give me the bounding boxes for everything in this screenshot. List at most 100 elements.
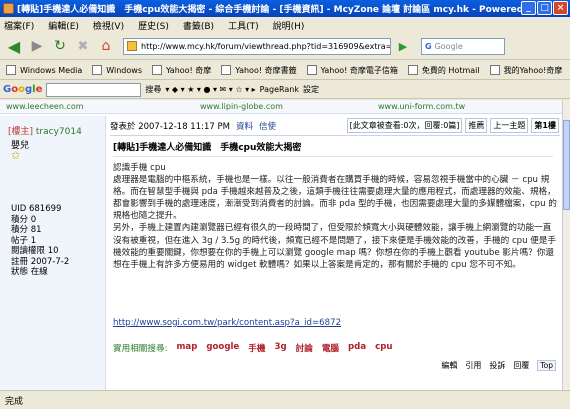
bookmark-label: Yahoo! 奇摩書籤 xyxy=(235,65,297,75)
page-icon xyxy=(221,65,232,75)
bookmark-item[interactable]: Yahoo! 奇摩電子信箱 xyxy=(306,65,398,76)
keyword-link[interactable]: google xyxy=(206,342,239,354)
close-button[interactable]: × xyxy=(553,1,568,15)
banner-link-mid[interactable]: www.lipin-globe.com xyxy=(200,102,283,111)
bookmark-item[interactable]: Windows xyxy=(92,65,142,75)
stat-uid: UID 681699 xyxy=(11,204,62,214)
keyword-link[interactable]: pda xyxy=(348,342,366,354)
google-search-button[interactable]: 搜尋 xyxy=(145,84,161,95)
page-icon xyxy=(407,65,418,75)
home-icon[interactable]: ⌂ xyxy=(96,36,116,56)
stat-status: 狀態 在線 xyxy=(11,267,48,277)
status-text: 完成 xyxy=(5,396,24,407)
related-search-label: 實用相關搜尋: xyxy=(113,344,168,354)
keyword-link[interactable]: 電腦 xyxy=(322,342,339,354)
scrollbar-thumb[interactable] xyxy=(563,120,570,210)
bookmark-label: 我的Yahoo!奇摩 xyxy=(503,65,563,75)
vertical-scrollbar[interactable] xyxy=(562,100,570,390)
bookmark-item[interactable]: 我的Yahoo!奇摩 xyxy=(489,65,563,76)
search-placeholder: Google xyxy=(434,41,463,51)
source-link[interactable]: http://www.sogi.com.tw/park/content.asp?… xyxy=(113,318,341,328)
ad-banner: www.leecheen.com www.lipin-globe.com www… xyxy=(0,100,562,114)
report-button[interactable]: 投訴 xyxy=(489,360,505,371)
minimize-button[interactable]: _ xyxy=(521,1,536,15)
top-button[interactable]: Top xyxy=(537,360,556,371)
post-paragraph: 另外，手機上建置內建瀏覽器已經有很久的一段時間了，但受限於頻寬大小與硬體效能，讓… xyxy=(113,223,557,270)
post-date: 發表於 2007-12-18 11:17 PM xyxy=(110,122,230,132)
forward-arrow-icon[interactable]: ▶ xyxy=(27,36,47,56)
recommend-button[interactable]: 推薦 xyxy=(465,118,488,133)
bookmark-label: 免費的 Hotmail xyxy=(421,65,480,75)
stat-read-permission: 閱讀權限 10 xyxy=(11,246,59,256)
keyword-link[interactable]: 3g xyxy=(274,342,286,354)
keyword-link[interactable]: 討論 xyxy=(296,342,313,354)
menu-tools[interactable]: 工具(T) xyxy=(228,19,259,32)
bookmark-item[interactable]: Yahoo! 奇摩 xyxy=(152,65,211,76)
title-bar: [轉貼]手機達人必備知識 手機cpu效能大揭密 - 綜合手機討論 - [手機資訊… xyxy=(0,0,570,17)
maximize-button[interactable]: □ xyxy=(537,1,552,15)
post-paragraph: 認識手機 cpu xyxy=(113,163,166,173)
page-icon xyxy=(152,65,162,75)
banner-link-right[interactable]: www.uni-form.com.tw xyxy=(378,102,465,111)
view-count-info: [此文章被查看:0次，回覆:0篇] xyxy=(346,118,463,133)
menu-view[interactable]: 檢視(V) xyxy=(93,19,124,32)
prev-thread-button[interactable]: 上一主題 xyxy=(490,118,529,133)
post-author: [樓主] tracy7014 xyxy=(8,124,82,137)
bookmarks-toolbar: Windows Media Windows Yahoo! 奇摩 Yahoo! 奇… xyxy=(0,61,570,80)
post-nav: [此文章被查看:0次，回覆:0篇] 推薦 上一主題 第1樓 xyxy=(346,118,559,133)
menu-edit[interactable]: 編輯(E) xyxy=(48,19,79,32)
go-arrow-icon[interactable]: ▶ xyxy=(396,38,410,54)
menu-help[interactable]: 說明(H) xyxy=(273,19,305,32)
edit-button[interactable]: 編輯 xyxy=(441,360,457,371)
bookmark-label: Windows Media xyxy=(20,65,83,75)
profile-link[interactable]: 資料 xyxy=(236,120,253,132)
page-icon xyxy=(306,65,317,75)
star-icon: ✩ xyxy=(11,149,21,162)
stat-credits: 積分 81 xyxy=(11,225,42,235)
url-text: http://www.mcy.hk/forum/viewthread.php?t… xyxy=(141,41,390,51)
post-title: [轉貼]手機達人必備知識 手機cpu效能大揭密 xyxy=(113,143,302,153)
page-content: www.leecheen.com www.lipin-globe.com www… xyxy=(0,100,562,390)
author-name[interactable]: tracy7014 xyxy=(36,127,82,137)
site-favicon xyxy=(127,41,137,51)
page-icon xyxy=(92,65,103,75)
stat-register-date: 註冊 2007-7-2 xyxy=(11,256,70,267)
google-toolbar: Google 搜尋 ▾ ◆ ▾ ★ ▾ ● ▾ ✉ ▾ ☆ ▾ ▸ PageRa… xyxy=(0,81,570,99)
post-actions: 編輯 引用 投訴 回覆 Top xyxy=(441,360,556,371)
navigation-toolbar: ◀ ▶ ↻ ✖ ⌂ http://www.mcy.hk/forum/viewth… xyxy=(0,33,570,60)
stop-icon[interactable]: ✖ xyxy=(73,36,93,56)
google-toolbar-search-input[interactable] xyxy=(46,82,142,97)
url-field[interactable]: http://www.mcy.hk/forum/viewthread.php?t… xyxy=(123,37,391,55)
stat-posts: 帖子 1 xyxy=(11,235,37,246)
author-panel: [樓主] tracy7014 嬰兒 ✩ UID 681699 積分 0 積分 8… xyxy=(0,116,106,390)
keyword-link[interactable]: map xyxy=(176,342,197,354)
reload-icon[interactable]: ↻ xyxy=(50,36,70,56)
menu-file[interactable]: 檔案(F) xyxy=(4,19,34,32)
bookmark-label: Windows xyxy=(106,65,142,75)
divider xyxy=(113,156,553,157)
menu-bookmarks[interactable]: 書籤(B) xyxy=(183,19,214,32)
bookmark-item[interactable]: Yahoo! 奇摩書籤 xyxy=(221,65,297,76)
banner-link-left[interactable]: www.leecheen.com xyxy=(6,102,84,111)
toolbar-buttons-icon[interactable]: ▾ ◆ ▾ ★ ▾ ● ▾ ✉ ▾ ☆ ▾ ▸ xyxy=(165,85,255,94)
search-input[interactable]: G Google xyxy=(421,37,505,55)
google-search-icon: G xyxy=(425,41,432,51)
firefox-app-icon xyxy=(3,3,14,14)
message-link[interactable]: 信使 xyxy=(259,120,276,132)
quote-button[interactable]: 引用 xyxy=(465,360,481,371)
pagerank-label[interactable]: PageRank xyxy=(260,85,299,94)
bookmark-label: Yahoo! 奇摩 xyxy=(166,65,212,75)
keyword-link[interactable]: cpu xyxy=(375,342,392,354)
back-arrow-icon[interactable]: ◀ xyxy=(4,36,24,56)
keyword-link[interactable]: 手機 xyxy=(248,342,265,354)
bookmark-item[interactable]: 免費的 Hotmail xyxy=(407,65,480,76)
google-settings-button[interactable]: 設定 xyxy=(303,84,319,95)
menu-history[interactable]: 歷史(S) xyxy=(138,19,169,32)
reply-button[interactable]: 回覆 xyxy=(513,360,529,371)
stat-points: 積分 0 xyxy=(11,214,37,225)
post-paragraph: 處理器是電腦的中樞系統，手機也是一樣。以往一般消費者在購買手機的時候，容易忽視手… xyxy=(113,175,557,222)
related-search: 實用相關搜尋: map google 手機 3g 討論 電腦 pda cpu xyxy=(113,342,393,354)
google-logo[interactable]: Google xyxy=(3,84,42,95)
bookmark-item[interactable]: Windows Media xyxy=(6,65,82,75)
author-stats: UID 681699 積分 0 積分 81 帖子 1 閱讀權限 10 註冊 20… xyxy=(11,204,69,278)
